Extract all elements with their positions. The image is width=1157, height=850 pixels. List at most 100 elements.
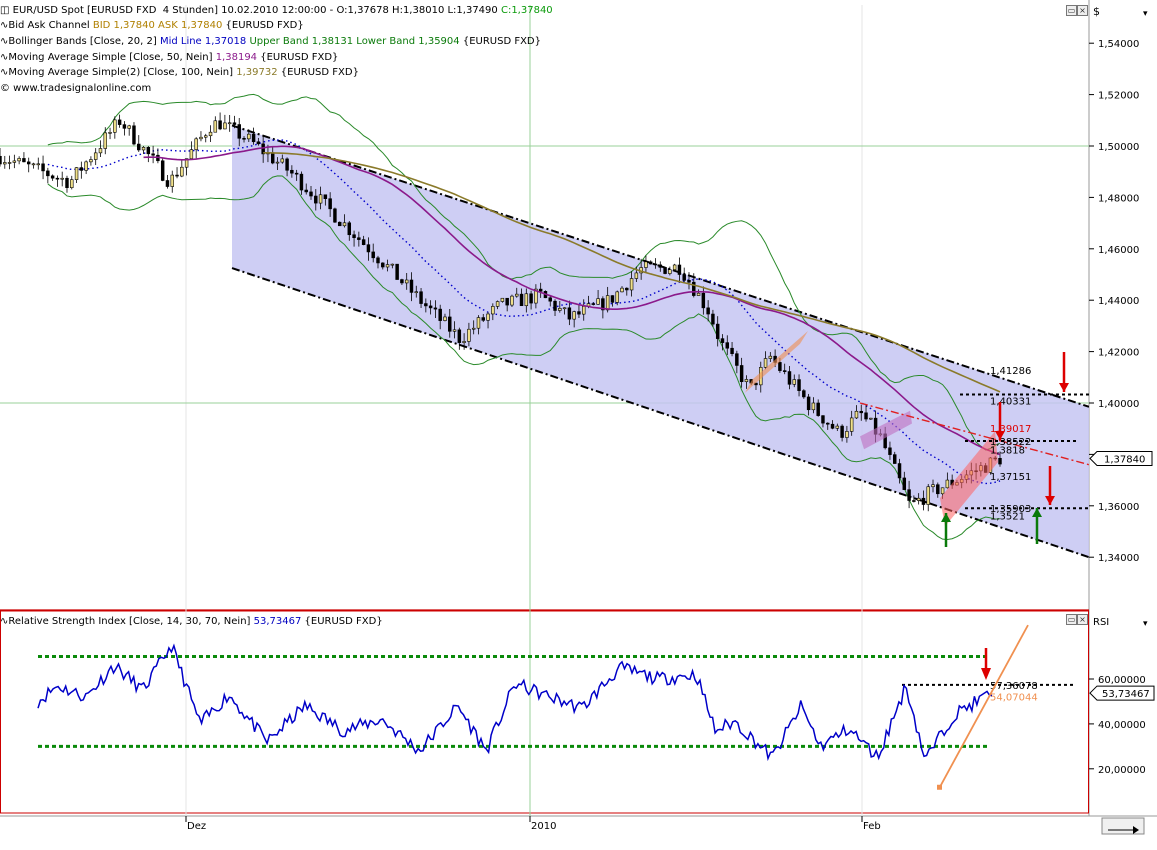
close-pane-icon[interactable]: × [1077,5,1088,16]
candle [678,265,681,275]
rsi-label-trend: 54,07044 [990,692,1038,703]
candle [549,298,552,301]
chart-area[interactable]: 1,412861,403311,390171,385221,38181,3715… [0,0,1157,846]
candle [200,137,203,139]
candle [515,294,518,296]
legend-bidask[interactable]: ∿Bid Ask Channel BID 1,37840 ASK 1,37840… [0,18,304,33]
price-tick-label: 1,52000 [1098,91,1139,102]
candle [271,153,274,163]
candle [807,397,810,410]
candle [889,448,892,455]
candle [13,161,16,163]
candle [94,153,97,160]
candle [506,298,509,305]
candle [841,426,844,437]
candle [860,411,863,413]
candle [0,156,1,164]
candle [721,339,724,343]
legend-ma100[interactable]: ∿Moving Average Simple(2) [Close, 100, N… [0,65,359,80]
candle [501,298,504,301]
candle [123,125,126,129]
candle [946,480,949,488]
legend-bollinger[interactable]: ∿Bollinger Bands [Close, 20, 2] Mid Line… [0,34,541,49]
candle [142,147,145,150]
candle [424,304,427,306]
candle [664,267,667,273]
close-rsi-pane-icon[interactable]: × [1077,614,1088,625]
candle [707,308,710,314]
candle [783,371,786,372]
candle [137,144,140,150]
candle [869,418,872,419]
candle [75,168,78,180]
candle [133,126,136,144]
candle [917,498,920,500]
time-label: 2010 [531,821,556,832]
level-label: 1,39017 [990,424,1031,435]
candle [688,280,691,282]
candle [300,174,303,190]
candle [99,148,102,152]
candle [80,168,83,171]
candle [109,132,112,133]
candle [764,359,767,368]
price-tick-label: 1,36000 [1098,502,1139,513]
candle [367,245,370,252]
candle [482,318,485,321]
price-tick-label: 1,34000 [1098,553,1139,564]
candle [463,341,466,342]
candle [453,330,456,331]
candle [654,264,657,265]
candle [396,264,399,279]
legend-ma50[interactable]: ∿Moving Average Simple [Close, 50, Nein]… [0,50,338,65]
candle [735,354,738,366]
candle [22,158,25,161]
candle [386,265,389,267]
candle [128,126,131,129]
candle [247,134,250,139]
candle [209,132,212,136]
candle [56,178,59,179]
candle [745,379,748,381]
candle [936,485,939,494]
price-tick-label: 1,44000 [1098,296,1139,307]
candle [290,170,293,173]
candle [731,348,734,353]
candle [850,418,853,431]
candle [812,403,815,410]
rsi-last-tag-label: 53,73467 [1102,689,1150,700]
candle [511,296,514,305]
candle [798,380,801,391]
candle [252,134,255,142]
price-tick-label: 1,42000 [1098,348,1139,359]
candle [400,280,403,283]
candle [61,178,64,179]
candle [697,293,700,295]
candle [46,171,49,176]
candle [487,314,490,320]
candle [702,293,705,308]
candle [243,138,246,139]
legend-rsi[interactable]: ∿Relative Strength Index [Close, 14, 30,… [0,614,383,629]
candle [597,299,600,305]
restore-pane-icon[interactable]: ▭ [1066,5,1077,16]
candle [310,192,313,196]
candle [865,413,868,419]
candle [558,308,561,310]
candle [467,329,470,341]
candle [448,317,451,331]
candle [353,235,356,238]
candle [70,180,73,188]
candle [635,273,638,279]
candle [89,160,92,162]
candle [276,162,279,163]
candle [520,294,523,306]
candle [228,123,231,124]
restore-rsi-pane-icon[interactable]: ▭ [1066,614,1077,625]
candle [118,120,121,125]
rsi-axis-unit: RSI [1093,617,1109,628]
chart-svg[interactable]: 1,412861,403311,390171,385221,38181,3715… [0,0,1157,846]
candle [27,162,30,164]
candle [410,280,413,292]
candle [817,403,820,416]
